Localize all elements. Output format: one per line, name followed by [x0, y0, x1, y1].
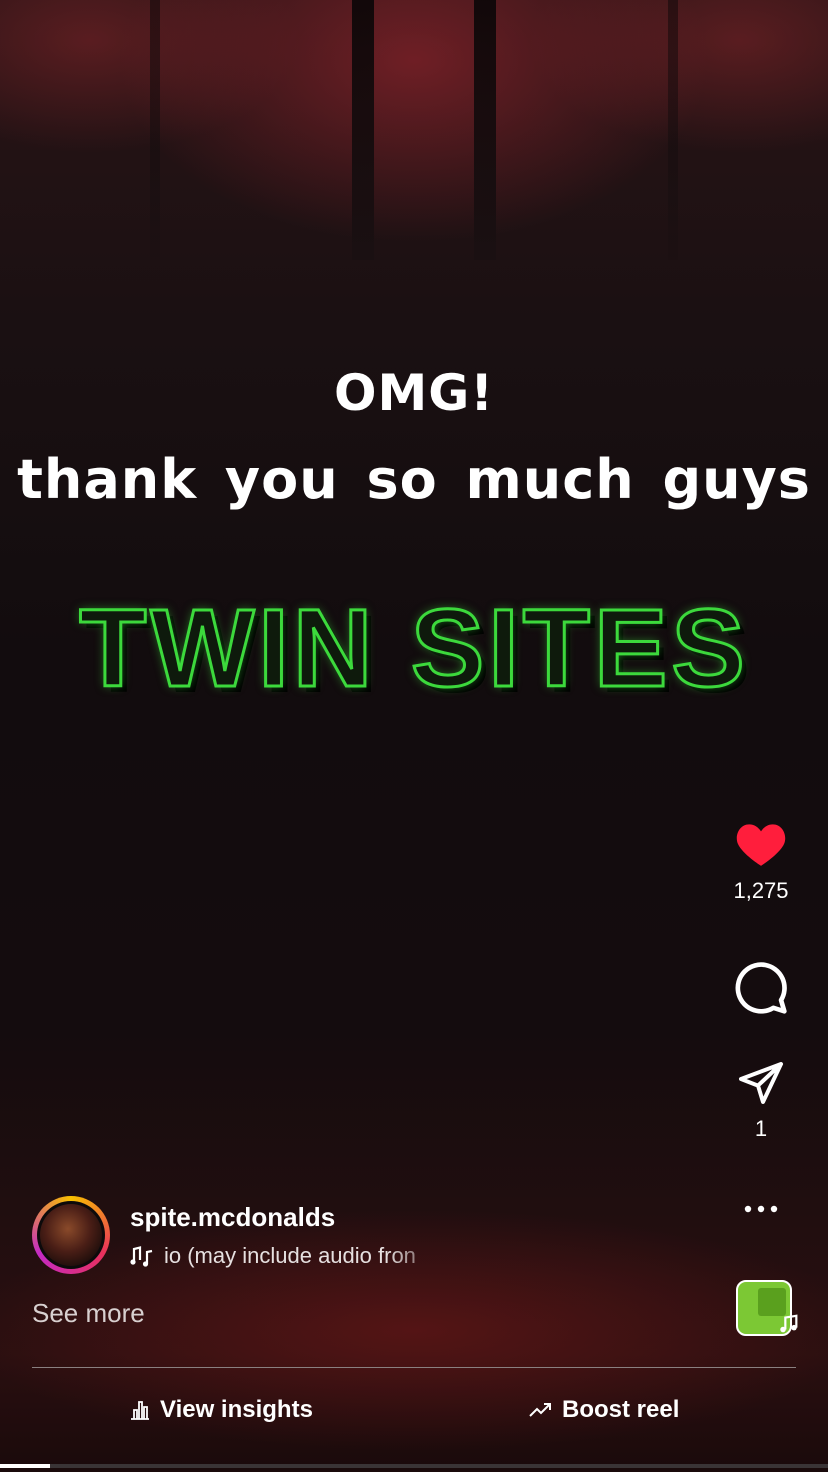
more-icon[interactable]: [741, 1202, 781, 1216]
audio-info[interactable]: io (may include audio fron: [130, 1243, 450, 1269]
music-note-icon: [130, 1245, 153, 1267]
audio-text: io (may include audio fron: [164, 1242, 416, 1268]
caption-line-2: thank you so much guys: [17, 448, 811, 511]
see-more-link[interactable]: See more: [32, 1298, 145, 1329]
share-count: 1: [754, 1116, 768, 1141]
view-insights-label: View insights: [160, 1396, 313, 1423]
trend-icon: [529, 1403, 551, 1417]
caption-line-1: OMG!: [333, 364, 495, 422]
like-count: 1,275: [733, 878, 789, 903]
music-note-icon: [780, 1314, 798, 1333]
comment-action[interactable]: [728, 960, 794, 1016]
insights-icon: [131, 1401, 149, 1420]
share-icon[interactable]: [736, 1058, 786, 1106]
comment-icon[interactable]: [733, 960, 789, 1016]
more-action[interactable]: [728, 1202, 794, 1216]
boost-reel-button[interactable]: Boost reel: [528, 1396, 679, 1424]
share-action[interactable]: 1: [728, 1058, 794, 1142]
title-graphic: TWIN SITES: [78, 586, 749, 712]
view-insights-button[interactable]: View insights: [128, 1396, 313, 1424]
boost-reel-label: Boost reel: [562, 1396, 680, 1423]
avatar[interactable]: [32, 1196, 110, 1274]
divider: [32, 1367, 796, 1368]
like-action[interactable]: 1,275: [728, 820, 794, 904]
heart-icon[interactable]: [734, 820, 788, 868]
username[interactable]: spite.mcdonalds: [130, 1202, 450, 1233]
author-info: spite.mcdonalds io (may include audio fr…: [32, 1196, 450, 1274]
playback-progress[interactable]: [0, 1464, 828, 1468]
playback-progress-fill: [0, 1464, 50, 1468]
